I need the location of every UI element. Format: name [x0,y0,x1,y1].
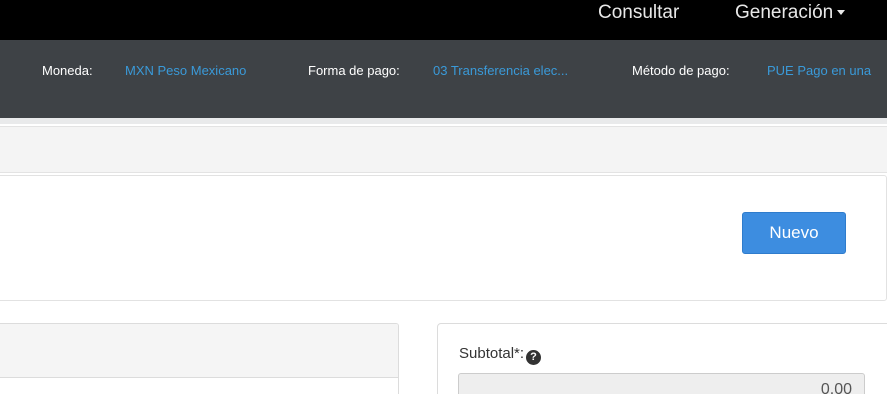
concepts-panel [0,323,399,394]
subtotal-label-row: Subtotal*:? [459,345,542,365]
top-navbar: Consultar Generación [0,0,887,40]
nav-generacion-label: Generación [735,2,834,23]
moneda-value[interactable]: MXN Peso Mexicano [125,61,246,81]
caret-down-icon [837,10,846,16]
infobar-divider [0,118,887,124]
subtotal-label: Subtotal*: [459,345,525,362]
invoice-info-bar: Moneda: MXN Peso Mexicano Forma de pago:… [0,40,887,118]
nav-generacion[interactable]: Generación [735,2,846,23]
forma-pago-label: Forma de pago: [308,63,400,78]
metodo-pago-value[interactable]: PUE Pago en una [767,61,871,81]
panel-header-strip [0,126,887,173]
nuevo-button[interactable]: Nuevo [742,212,846,254]
question-circle-icon[interactable]: ? [526,350,542,365]
invoice-info-row: Moneda: MXN Peso Mexicano Forma de pago:… [0,61,887,81]
moneda-label: Moneda: [42,63,93,78]
page: Consultar Generación Moneda: MXN Peso Me… [0,0,887,394]
metodo-pago-label: Método de pago: [632,63,730,78]
nav-consultar[interactable]: Consultar [598,3,679,23]
subtotal-input: 0.00 [458,373,865,394]
concepts-panel-header [0,324,398,378]
forma-pago-value[interactable]: 03 Transferencia elec... [433,61,568,81]
